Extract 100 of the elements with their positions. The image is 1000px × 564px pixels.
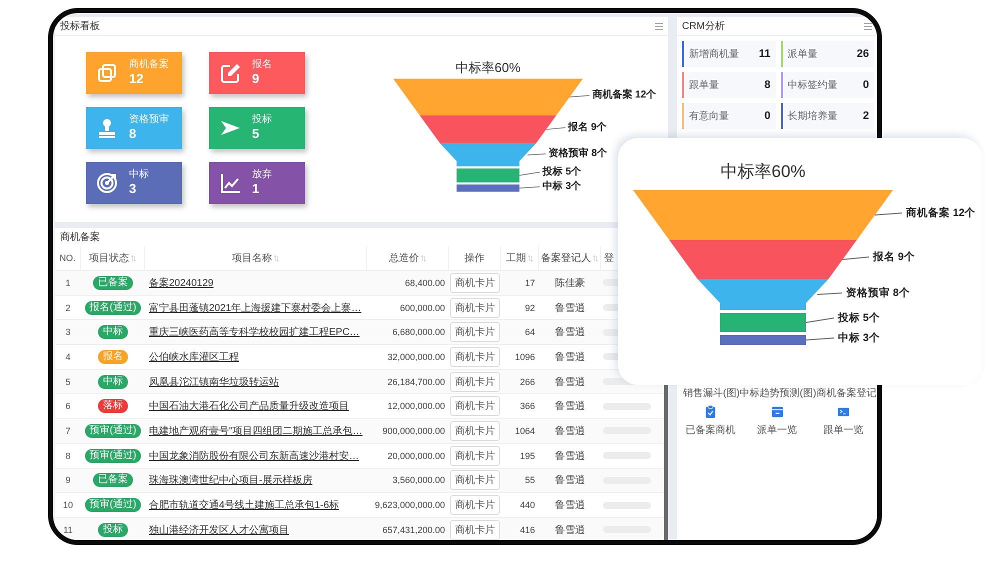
card-button[interactable]: 商机卡片 [450,520,500,540]
project-link[interactable]: 独山港经济开发区人才公寓项目 [149,522,289,537]
table-cell-text: 鲁雪逍 [555,524,585,537]
terminal-icon [837,405,850,419]
sort-icon[interactable] [528,254,533,262]
table-cell: 68,400.00 [404,278,445,288]
table-cell: 11 [63,524,73,535]
column-header: 操作 [464,252,484,265]
stat-card[interactable]: 中标 3 [86,162,182,204]
table-cell: 366 [520,401,535,412]
stat-value: 1 [252,181,260,197]
column-header: 工期 [506,252,526,265]
project-link[interactable]: 合肥市轨道交通4号线土建施工总承包1-6标 [149,498,340,512]
table-cell: 9,623,000,000.00 [374,500,445,510]
stat-card[interactable]: 放弃 1 [209,162,305,204]
column-header: 总造价 [389,252,419,265]
funnel-label: 投标 5个 [838,312,880,324]
column-header: NO. [59,253,76,263]
shortcut-link[interactable]: 已备案商机 [685,405,736,437]
menu-icon[interactable] [655,22,663,30]
leader-line [816,292,842,295]
metric-value: 11 [758,48,772,60]
leader-line [842,256,870,260]
project-link[interactable]: 富宁县田蓬镇2021年上海援建下寨村委会上寨… [149,300,362,315]
leader-line [519,186,540,189]
table-cell: 900,000,000.00 [382,426,445,436]
leader-line [527,154,546,156]
card-button[interactable]: 商机卡片 [450,396,500,416]
leader-line [806,318,834,323]
sort-icon[interactable] [421,254,426,262]
sort-icon[interactable] [131,254,136,262]
card-button[interactable]: 商机卡片 [450,298,500,318]
panel-title: 商机备案 [60,230,100,244]
project-link[interactable]: 重庆三峡医药高等专科学校校园扩建工程EPC… [149,325,360,340]
funnel-label: 报名 9个 [568,122,607,133]
table-cell: 92 [524,302,535,313]
table-cell: 1096 [514,352,535,362]
funnel-label: 中标 3个 [542,180,582,192]
quick-link[interactable]: 商机备案登记 [816,388,876,399]
stat-label: 报名 [252,59,272,72]
metric-value: 0 [764,110,772,122]
metric-label: 跟单量 [689,78,720,92]
card-button[interactable]: 商机卡片 [450,346,500,367]
metric-label: 新增商机量 [689,48,740,61]
table-cell: 20,000,000.00 [387,450,445,461]
table-cell: 6 [65,401,70,412]
shortcut-label: 已备案商机 [685,424,736,437]
project-link[interactable]: 珠海珠澳湾世纪中心项目-展示样板房 [149,473,312,488]
edit-icon [219,62,241,84]
table-cell: 195 [520,450,535,461]
table-cell: 2 [65,302,70,313]
table-cell-text: 鲁雪逍 [555,376,585,389]
quick-link[interactable]: 中标趋势预测(图) [740,388,816,399]
status-badge: 预审(通过) [84,424,142,438]
table-cell: 440 [520,500,535,510]
table-cell: 12,000,000.00 [387,401,445,412]
metric-label: 派单量 [788,48,818,61]
leader-line [546,127,566,130]
leader-line [519,172,540,176]
menu-icon[interactable] [864,22,872,30]
project-link[interactable]: 备案20240129 [149,276,214,290]
project-link[interactable]: 凤凰县沱江镇南华垃圾转运站 [149,374,279,389]
copy-icon [96,62,118,84]
table-cell: 5 [65,376,70,387]
target-icon [96,172,118,194]
card-button[interactable]: 商机卡片 [450,470,500,490]
table-cell: 1 [65,278,70,288]
table-cell-text: 鲁雪逍 [555,400,585,414]
card-button[interactable]: 商机卡片 [450,446,500,466]
funnel-label: 资格预审 8个 [846,287,910,299]
table-cell: 3,560,000.00 [392,475,445,486]
metric-value: 8 [764,79,772,91]
project-link[interactable]: 中国龙象消防股份有限公司东新高速沙港村安… [149,448,359,463]
card-button[interactable]: 商机卡片 [450,322,500,342]
project-link[interactable]: 公伯峡水库灌区工程 [149,350,239,364]
card-button[interactable]: 商机卡片 [450,495,500,516]
status-badge: 中标 [98,374,128,389]
metric-value: 26 [856,48,870,60]
card-button[interactable]: 商机卡片 [450,372,500,392]
card-button[interactable]: 商机卡片 [450,272,500,293]
table-cell-text: 鲁雪逍 [555,474,585,488]
metric-label: 有意向量 [689,110,730,123]
shortcut-link[interactable]: 派单一览 [757,405,797,437]
table-cell: 600,000.00 [400,302,445,313]
quick-link[interactable]: 销售漏斗(图) [683,388,740,399]
scrollbar[interactable] [664,383,668,540]
card-button[interactable]: 商机卡片 [450,420,500,441]
leader-line [874,212,902,216]
chart-title: 中标率60% [454,60,522,76]
project-link[interactable]: 电建地产观府壹号"项目四组团二期施工总承包… [149,424,363,438]
table-cell-text: 鲁雪逍 [555,350,585,364]
leader-line [569,95,590,98]
table-cell: 1064 [514,426,535,436]
stat-value: 3 [129,181,138,197]
sort-icon[interactable] [274,254,279,262]
project-link[interactable]: 中国石油大港石化公司产品质量升级改造项目 [149,399,349,414]
shortcut-link[interactable]: 跟单一览 [824,405,864,437]
metric-label: 长期培养量 [788,110,838,123]
sort-icon[interactable] [593,254,598,262]
table-cell: 8 [65,450,70,461]
